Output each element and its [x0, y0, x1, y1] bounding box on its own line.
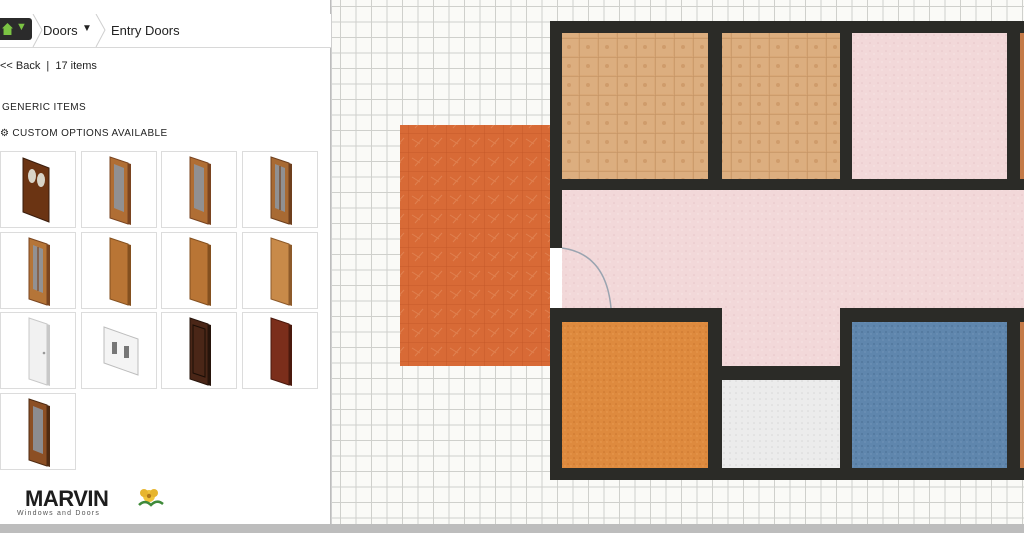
- gear-icon: ⚙: [0, 128, 10, 139]
- room-tile-right[interactable]: [722, 33, 840, 179]
- catalog-item-7[interactable]: [161, 231, 237, 309]
- catalog-item-12[interactable]: [241, 312, 318, 389]
- floor-plan: [400, 21, 1024, 480]
- door-thumbnail: [270, 236, 292, 306]
- door-thumbnail: [189, 317, 211, 386]
- bottom-scrollbar[interactable]: [0, 524, 1024, 533]
- generic-items-heading[interactable]: GENERIC ITEMS: [2, 102, 86, 113]
- flower-icon: [138, 489, 164, 507]
- door-thumbnail: [189, 236, 211, 306]
- listing-nav: << Back | 17 items: [0, 60, 97, 72]
- brand-tagline: Windows and Doors: [17, 510, 101, 517]
- custom-options-label: CUSTOM OPTIONS AVAILABLE: [12, 128, 168, 139]
- floor-plan-canvas[interactable]: [332, 0, 1024, 524]
- door-thumbnail: [22, 157, 50, 223]
- brand-logo: MARVIN Windows and Doors: [17, 486, 164, 517]
- door-thumbnail: [28, 236, 50, 306]
- patio-floor[interactable]: [400, 125, 552, 366]
- room-edge-right[interactable]: [1020, 33, 1024, 179]
- catalog-panel: ▼ Doors ▼ Entry Doors << Back | 17 items…: [0, 0, 331, 524]
- room-tile-left[interactable]: [562, 33, 708, 179]
- catalog-item-9[interactable]: [0, 312, 76, 389]
- catalog-item-6[interactable]: [80, 231, 157, 309]
- door-opening[interactable]: [550, 248, 562, 308]
- catalog-item-4[interactable]: [241, 151, 318, 228]
- door-thumbnail: [270, 156, 292, 225]
- catalog-item-1[interactable]: [0, 151, 76, 228]
- breadcrumb-separator: [95, 14, 107, 47]
- room-orange[interactable]: [562, 322, 708, 468]
- catalog-item-11[interactable]: [161, 312, 237, 389]
- chevron-down-icon[interactable]: ▼: [82, 23, 92, 34]
- hallway-notch[interactable]: [722, 308, 840, 366]
- breadcrumb-doors[interactable]: Doors: [43, 23, 78, 38]
- door-thumbnail: [189, 156, 211, 225]
- brand-name: MARVIN: [25, 486, 109, 511]
- app-window: ▼ Doors ▼ Entry Doors << Back | 17 items…: [0, 0, 1024, 533]
- room-pink-upper[interactable]: [852, 33, 1007, 179]
- catalog-item-5[interactable]: [0, 231, 76, 309]
- home-menu-button[interactable]: ▼: [0, 18, 32, 40]
- room-edge-right[interactable]: [1020, 322, 1024, 468]
- door-thumbnail: [28, 397, 50, 467]
- door-thumbnail: [28, 317, 50, 386]
- breadcrumb-entry-doors[interactable]: Entry Doors: [111, 23, 180, 38]
- breadcrumb: ▼ Doors ▼ Entry Doors: [0, 14, 331, 48]
- catalog-item-2[interactable]: [80, 151, 157, 228]
- hallway[interactable]: [562, 190, 1024, 308]
- door-thumbnail: [103, 326, 138, 376]
- catalog-item-8[interactable]: [241, 231, 318, 309]
- custom-options-heading[interactable]: ⚙ CUSTOM OPTIONS AVAILABLE: [0, 128, 168, 139]
- room-blue[interactable]: [852, 322, 1007, 468]
- item-count: 17 items: [55, 60, 97, 72]
- catalog-item-13[interactable]: [0, 392, 76, 470]
- catalog-item-10[interactable]: [80, 312, 157, 389]
- catalog-item-3[interactable]: [161, 151, 237, 228]
- chevron-down-icon: ▼: [16, 21, 27, 33]
- door-thumbnail: [270, 317, 292, 386]
- back-link[interactable]: << Back: [0, 60, 40, 72]
- door-thumbnail: [109, 236, 131, 306]
- listing-separator: |: [46, 60, 50, 72]
- home-icon: [2, 23, 13, 35]
- door-thumbnail: [109, 156, 131, 225]
- room-white[interactable]: [722, 380, 840, 468]
